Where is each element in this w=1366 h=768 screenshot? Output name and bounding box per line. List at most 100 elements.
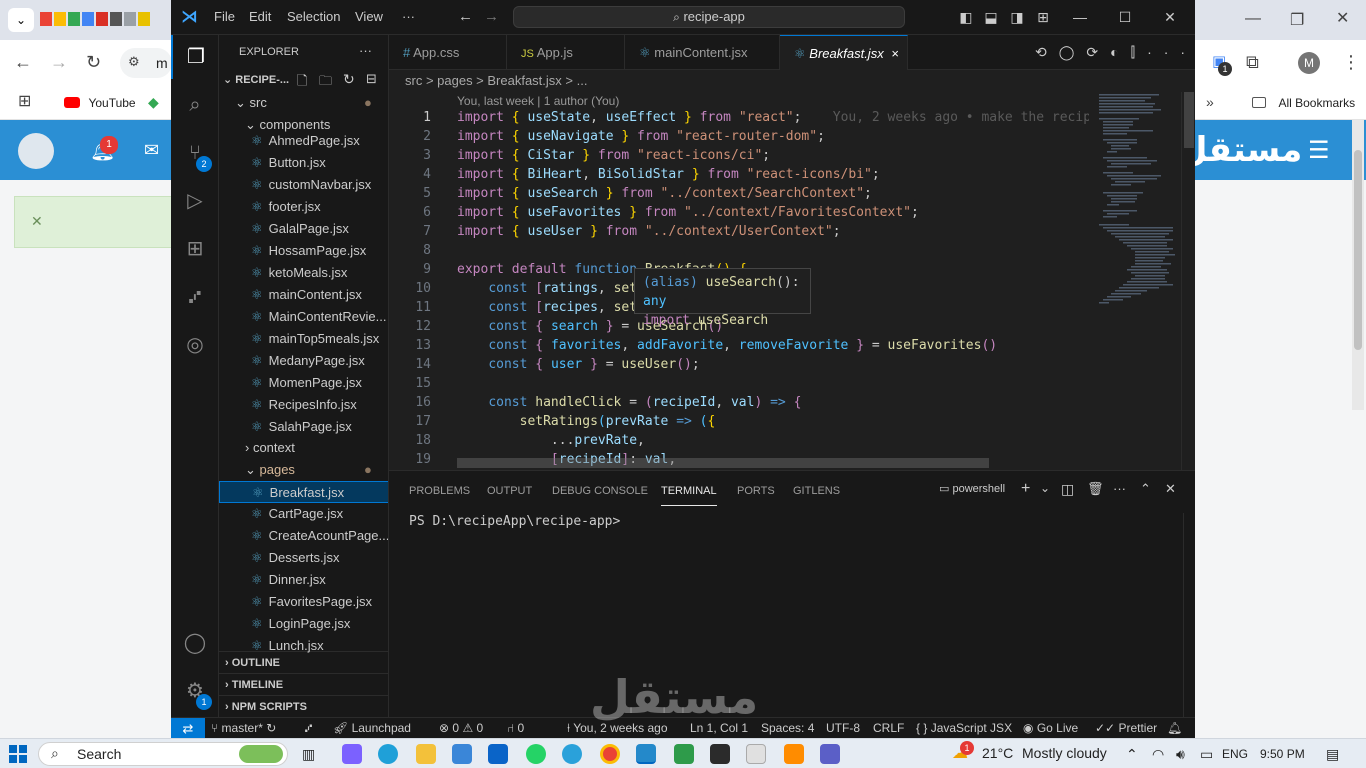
customize-layout-icon[interactable]: ⊞ xyxy=(1031,6,1055,28)
extension-icon[interactable]: ▣ 1 xyxy=(1212,52,1232,76)
app-colorful-icon[interactable] xyxy=(784,744,804,764)
file-item[interactable]: ⚛ RecipesInfo.jsx xyxy=(219,394,388,416)
copilot-icon[interactable] xyxy=(342,744,362,764)
weather-widget[interactable]: ☁ 1 21°C Mostly cloudy xyxy=(952,741,1107,763)
site-info-icon[interactable]: ⚙ xyxy=(128,54,140,70)
extensions-icon[interactable]: ⊞ xyxy=(171,227,219,271)
back-icon[interactable]: ← xyxy=(14,52,32,72)
toggle-panel-icon[interactable]: ⬓ xyxy=(979,6,1003,28)
close-panel-icon[interactable]: ✕ xyxy=(1165,481,1176,497)
terminal-dropdown-icon[interactable]: ⌄ xyxy=(1040,481,1050,495)
collapse-all-icon[interactable]: ⊟ xyxy=(366,71,377,87)
kill-terminal-icon[interactable]: 🗑︎ xyxy=(1087,481,1104,497)
status-indentation[interactable]: Spaces: 4 xyxy=(761,721,814,736)
chrome-icon[interactable] xyxy=(600,744,620,764)
file-item[interactable]: ⚛ FavoritesPage.jsx xyxy=(219,591,388,613)
taskbar-search-box[interactable]: ⌕ Search xyxy=(38,742,288,766)
store-icon[interactable] xyxy=(452,744,472,764)
file-item[interactable]: ⚛ Breakfast.jsx xyxy=(219,481,388,503)
telegram-icon[interactable] xyxy=(562,744,582,764)
status-ports[interactable]: ⑁ 0 xyxy=(507,721,524,736)
vscode-taskbar-icon[interactable] xyxy=(636,744,656,764)
maximize-icon[interactable]: ☐ xyxy=(1113,6,1137,28)
file-item[interactable]: ⚛ MedanyPage.jsx xyxy=(219,350,388,372)
file-item[interactable]: ⚛ Button.jsx xyxy=(219,152,388,174)
browser-minimize-icon[interactable]: — xyxy=(1245,10,1261,28)
tab-app-js[interactable]: JS App.js xyxy=(507,35,625,70)
horizontal-scrollbar[interactable] xyxy=(457,458,989,468)
status-eol[interactable]: CRLF xyxy=(873,721,904,736)
nav-back-icon[interactable]: ← xyxy=(458,8,473,25)
site-logo[interactable]: مستقل xyxy=(1178,128,1302,172)
input-language[interactable]: ENG xyxy=(1222,744,1248,764)
refresh-icon[interactable]: ↻ xyxy=(343,71,355,88)
tab-main-content[interactable]: ⚛ mainContent.jsx xyxy=(625,35,780,70)
tab-output[interactable]: OUTPUT xyxy=(487,483,532,499)
youtube-bookmark[interactable]: YouTube xyxy=(64,94,136,112)
menu-selection[interactable]: Selection xyxy=(287,9,340,24)
all-bookmarks[interactable]: All Bookmarks xyxy=(1252,94,1355,112)
tab-app-css[interactable]: # App.css xyxy=(389,35,507,70)
status-problems[interactable]: ⊗ 0 ⚠ 0 xyxy=(439,721,483,736)
file-item[interactable]: ⚛ customNavbar.jsx xyxy=(219,174,388,196)
file-item[interactable]: ⚛ CreateAcountPage.... xyxy=(219,525,388,547)
messages-icon[interactable]: ✉ xyxy=(144,140,159,161)
nav-forward-icon[interactable]: → xyxy=(484,8,499,25)
address-bar[interactable]: ⚙ m xyxy=(120,48,172,78)
tab-debug-console[interactable]: DEBUG CONSOLE xyxy=(552,483,648,499)
outlook-icon[interactable] xyxy=(488,744,508,764)
pinned-tab-icons[interactable] xyxy=(40,12,168,28)
settings-gear-icon[interactable]: ⚙ xyxy=(171,669,219,713)
hamburger-menu-icon[interactable]: ☰ xyxy=(1308,136,1330,165)
file-item[interactable]: ⚛ ketoMeals.jsx xyxy=(219,262,388,284)
file-item[interactable]: ⚛ CartPage.jsx xyxy=(219,503,388,525)
forward-icon[interactable]: → xyxy=(50,52,68,72)
edge-icon[interactable] xyxy=(378,744,398,764)
run-debug-icon[interactable]: ▷ xyxy=(171,179,219,223)
folder-pages[interactable]: ⌄ pages ● xyxy=(219,459,388,481)
maximize-panel-icon[interactable]: ⌃ xyxy=(1140,481,1151,497)
file-item[interactable]: ⚛ GalalPage.jsx xyxy=(219,218,388,240)
battery-icon[interactable]: ▭ xyxy=(1200,744,1213,764)
page-scrollbar[interactable] xyxy=(1352,120,1364,410)
file-item[interactable]: ⚛ mainContent.jsx xyxy=(219,284,388,306)
toggle-secondary-sidebar-icon[interactable]: ◨ xyxy=(1005,6,1029,28)
explorer-more-icon[interactable]: ··· xyxy=(359,43,372,58)
accounts-icon[interactable]: ◯ xyxy=(171,621,219,665)
file-item[interactable]: ⚛ MainContentRevie... xyxy=(219,306,388,328)
remote-indicator-icon[interactable]: ⇄ xyxy=(171,718,205,739)
start-windows-icon[interactable] xyxy=(9,745,27,763)
split-terminal-icon[interactable]: ◫ xyxy=(1061,481,1074,498)
status-blame[interactable]: ⍿ You, 2 weeks ago xyxy=(567,721,668,736)
file-item[interactable]: ⚛ HossamPage.jsx xyxy=(219,240,388,262)
terminal-app-icon[interactable] xyxy=(710,744,730,764)
timeline-section[interactable]: › TIMELINE xyxy=(219,673,388,695)
folder-src[interactable]: ⌄ src ● xyxy=(219,92,388,114)
clock[interactable]: 9:50 PM xyxy=(1260,744,1305,764)
notification-center-icon[interactable]: ▤ xyxy=(1326,744,1339,764)
menu-edit[interactable]: Edit xyxy=(249,9,271,24)
teams-icon[interactable] xyxy=(820,744,840,764)
minimap[interactable] xyxy=(1091,92,1181,470)
maps-icon[interactable]: ◆ xyxy=(148,92,159,112)
menu-more[interactable]: ··· xyxy=(402,9,415,24)
terminal-prompt[interactable]: PS D:\recipeApp\recipe-app> xyxy=(409,514,620,529)
whatsapp-icon[interactable] xyxy=(526,744,546,764)
alert-close-icon[interactable]: ✕ xyxy=(31,213,43,230)
app-green-icon[interactable] xyxy=(674,744,694,764)
file-item[interactable]: ⚛ AhmedPage.jsx xyxy=(219,130,388,152)
terminal-profile[interactable]: ▭ powershell xyxy=(939,482,1005,495)
status-branch[interactable]: ⑂ master* ↻ xyxy=(211,721,276,736)
file-explorer-icon[interactable] xyxy=(416,744,436,764)
extensions-puzzle-icon[interactable]: ⧉ xyxy=(1246,52,1259,72)
wifi-icon[interactable]: ◠ xyxy=(1152,744,1164,764)
tab-terminal[interactable]: TERMINAL xyxy=(661,483,717,506)
file-item[interactable]: ⚛ footer.jsx xyxy=(219,196,388,218)
remote-explorer-icon[interactable]: ◎ xyxy=(171,323,219,367)
reload-icon[interactable]: ↻ xyxy=(86,52,101,72)
tray-overflow-icon[interactable]: ⌃ xyxy=(1126,744,1138,764)
tab-problems[interactable]: PROBLEMS xyxy=(409,483,470,499)
apps-grid-icon[interactable]: ⊞ xyxy=(18,92,31,112)
status-position[interactable]: Ln 1, Col 1 xyxy=(690,721,748,736)
explorer-icon[interactable]: ❐ xyxy=(171,35,219,79)
